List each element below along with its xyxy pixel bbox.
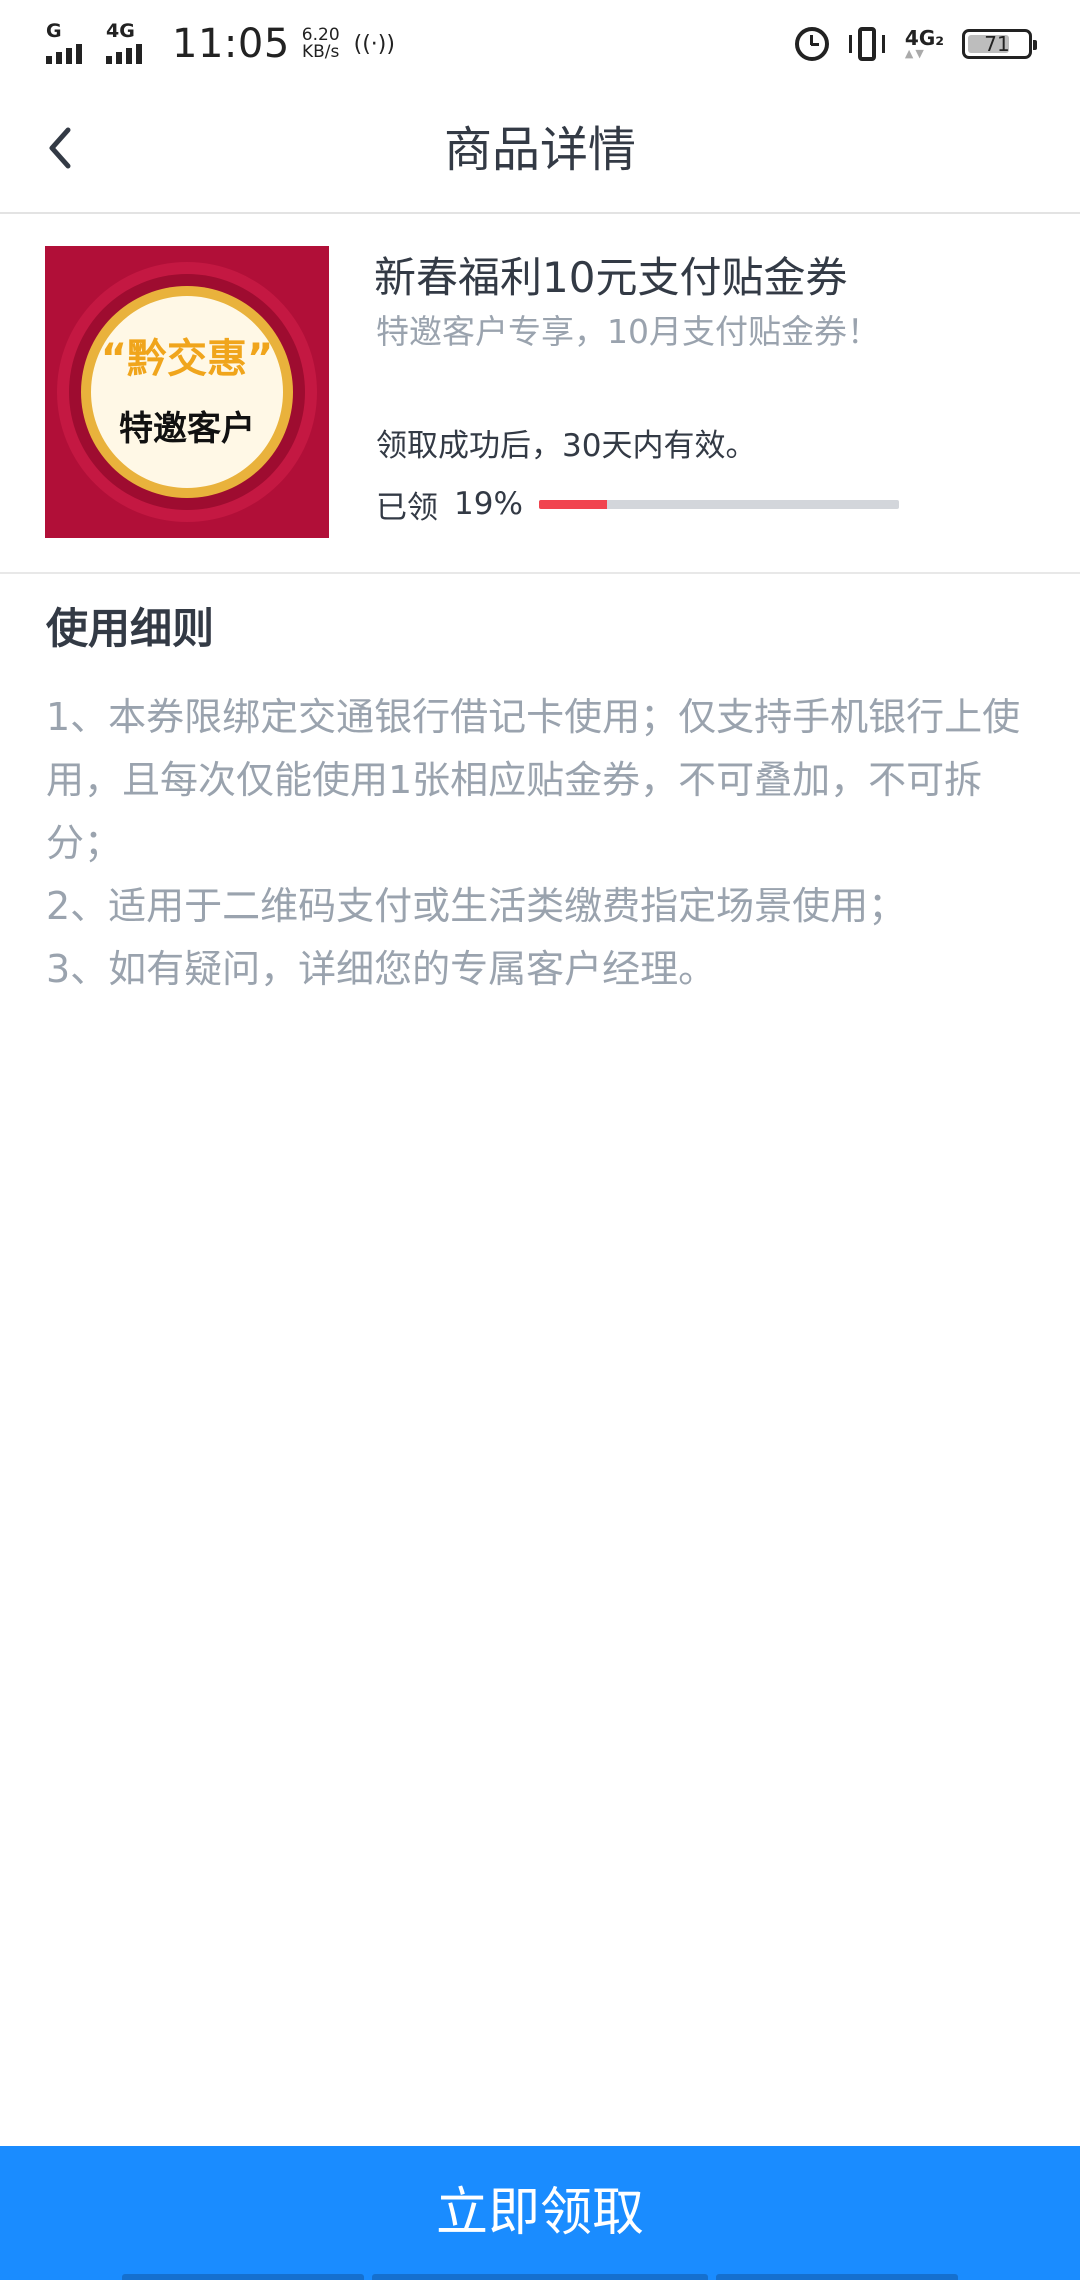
claim-now-button[interactable]: 立即领取: [0, 2146, 1080, 2280]
rule-item: 3、如有疑问，详细您的专属客户经理。: [46, 947, 717, 991]
network-speed: 6.20 KB/s: [302, 27, 340, 61]
product-title: 新春福利10元支付贴金券: [374, 253, 848, 302]
product-validity: 领取成功后，30天内有效。: [376, 428, 757, 464]
claimed-label: 已领: [376, 489, 438, 526]
page-title: 商品详情: [443, 122, 636, 178]
status-bar: G 4G 11:05 6.20 KB/s ((·)) 4G₂ ▲▼ 71: [0, 0, 1080, 86]
clock: 11:05: [172, 21, 290, 67]
progress-bar-fill: [538, 499, 608, 509]
status-bar-right: 4G₂ ▲▼ 71: [794, 20, 1037, 68]
image-tagline: “黔交惠”: [101, 336, 274, 382]
product-card: “黔交惠” 特邀客户 新春福利10元支付贴金券 特邀客户专享，10月支付贴金券！…: [0, 214, 1080, 574]
vibrate-icon: [847, 27, 887, 61]
status-bar-left: G 4G 11:05 6.20 KB/s ((·)): [46, 16, 395, 72]
alarm-icon: [794, 27, 829, 61]
image-badge-text: 特邀客户: [119, 409, 255, 449]
battery-level: 71: [984, 32, 1010, 56]
rules-heading: 使用细则: [46, 604, 215, 653]
signal-strength-icon: G: [46, 22, 96, 66]
network-4g-icon: 4G₂ ▲▼: [904, 26, 944, 60]
bottom-segments: [0, 2272, 1080, 2280]
claimed-progress: 已领 19%: [376, 482, 899, 526]
rule-item: 2、适用于二维码支付或生活类缴费指定场景使用；: [46, 884, 907, 928]
network-type-label-2: 4G: [106, 20, 135, 42]
network-4g-label: 4G₂: [904, 26, 944, 50]
claimed-percent: 19%: [454, 486, 523, 522]
progress-bar: [538, 499, 899, 509]
network-speed-unit: KB/s: [302, 42, 340, 62]
rule-item: 1、本券限绑定交通银行借记卡使用；仅支持手机银行上使用，且每次仅能使用1张相应贴…: [46, 695, 1021, 865]
rules-list: 1、本券限绑定交通银行借记卡使用；仅支持手机银行上使用，且每次仅能使用1张相应贴…: [46, 686, 1036, 1001]
hotspot-icon: ((·)): [353, 31, 395, 57]
product-image: “黔交惠” 特邀客户: [45, 246, 329, 538]
usage-rules: 使用细则 1、本券限绑定交通银行借记卡使用；仅支持手机银行上使用，且每次仅能使用…: [46, 594, 1036, 1001]
header: 商品详情: [0, 86, 1080, 214]
battery-icon: 71: [962, 29, 1037, 59]
network-type-label: G: [46, 20, 62, 42]
product-subtitle: 特邀客户专享，10月支付贴金券！: [376, 312, 880, 351]
signal-strength-icon-2: 4G: [106, 22, 156, 66]
